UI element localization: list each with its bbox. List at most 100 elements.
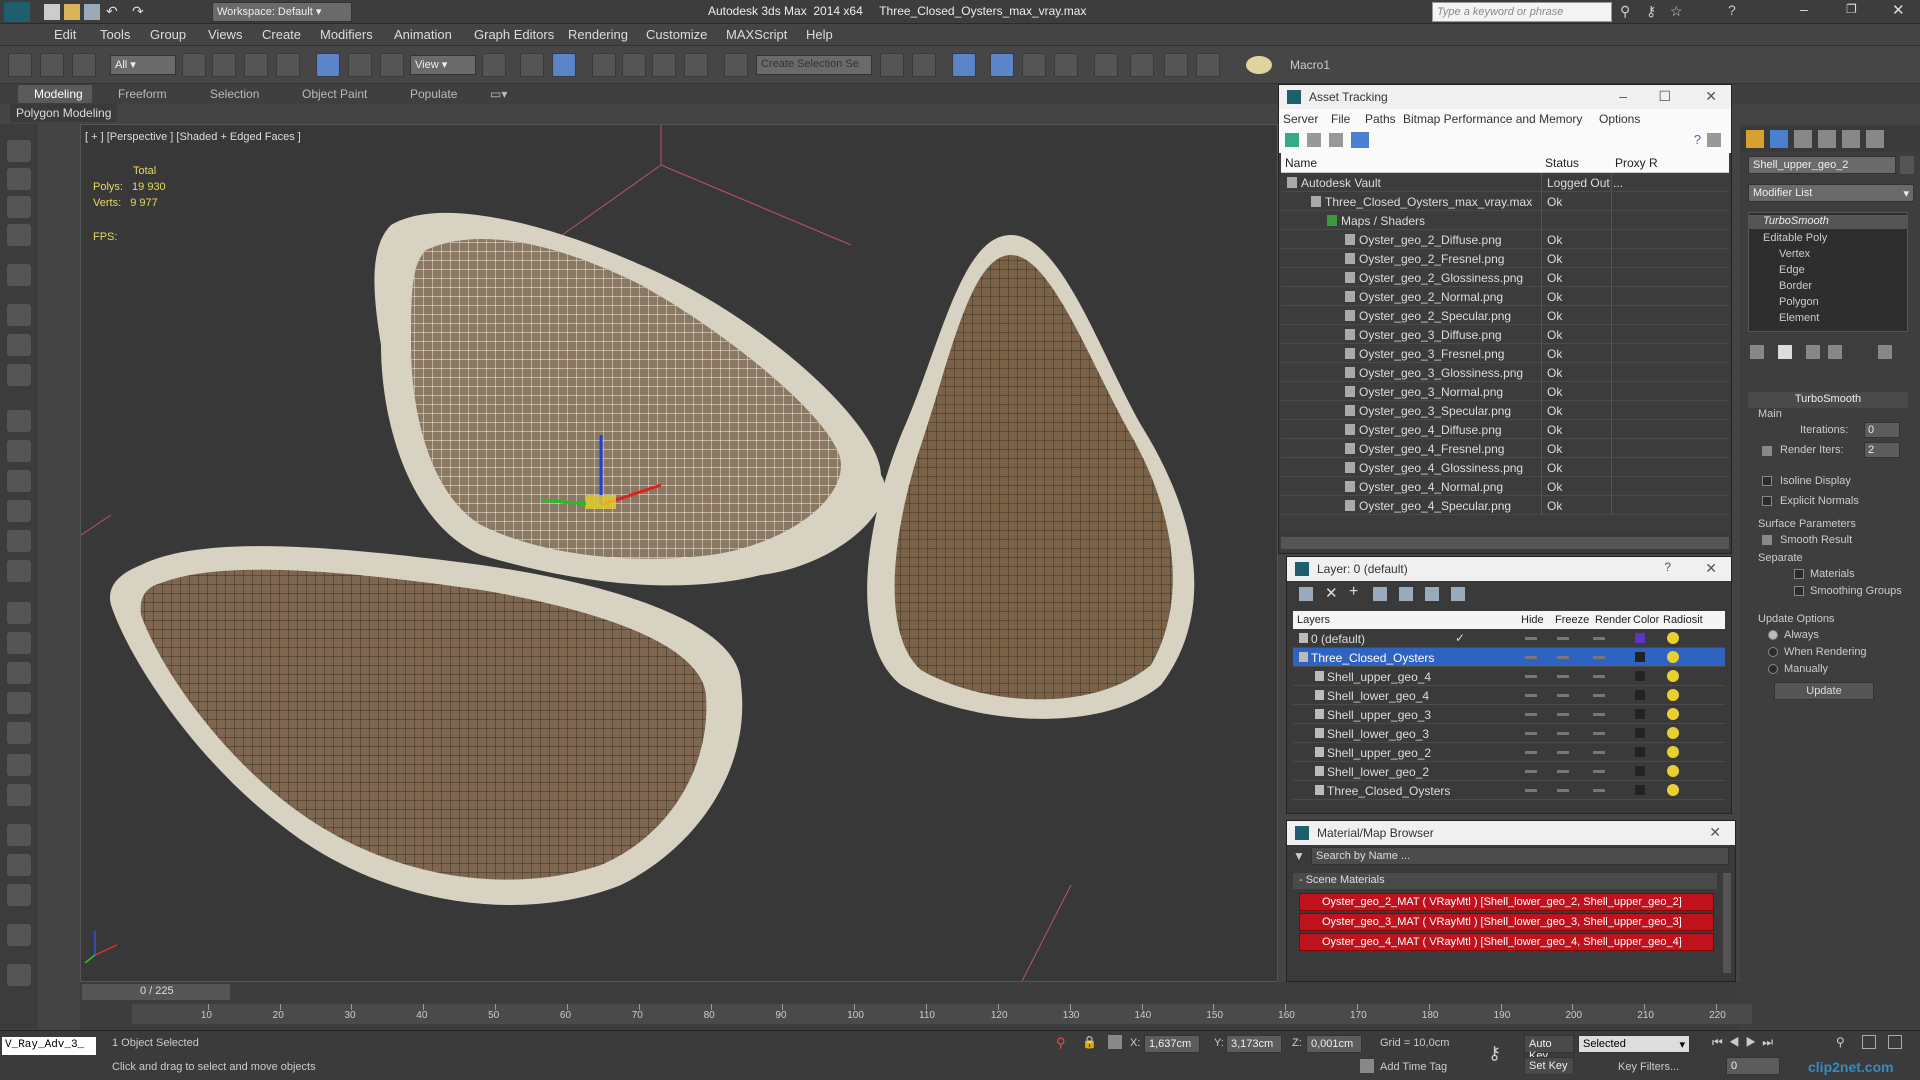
oyster-shell-upper-geo-4[interactable]	[110, 546, 743, 905]
minimize-icon[interactable]: –	[1800, 1, 1808, 17]
tab-selection[interactable]: Selection	[210, 87, 259, 101]
select-by-name-icon[interactable]	[212, 53, 236, 77]
render-toggle-icon[interactable]	[1593, 713, 1605, 716]
particle-icon[interactable]	[7, 602, 31, 624]
manually-radio[interactable]	[1768, 664, 1778, 674]
layer-row[interactable]: Three_Closed_Oysters	[1293, 648, 1725, 667]
freeze-toggle-icon[interactable]	[1557, 732, 1569, 735]
close-icon[interactable]: ✕	[1705, 560, 1717, 577]
tree-view-icon[interactable]	[1329, 133, 1343, 147]
layer-color-swatch[interactable]	[1635, 766, 1645, 776]
menu-options[interactable]: Options	[1599, 112, 1640, 126]
col-color[interactable]: Color	[1633, 614, 1659, 626]
col-proxy[interactable]: Proxy R	[1615, 156, 1658, 170]
stack-item-element[interactable]: Element	[1779, 312, 1819, 324]
asset-tracking-titlebar[interactable]: Asset Tracking – ☐ ✕	[1279, 85, 1731, 109]
add-to-layer-icon[interactable]: +	[1349, 583, 1358, 601]
modifier-list-dropdown[interactable]: Modifier List ▾	[1748, 184, 1914, 202]
material-item[interactable]: Oyster_geo_4_MAT ( VRayMtl ) [Shell_lowe…	[1299, 933, 1714, 951]
system-icon[interactable]	[7, 364, 31, 386]
freeze-toggle-icon[interactable]	[1557, 637, 1569, 640]
layer-row[interactable]: Shell_upper_geo_3	[1293, 705, 1725, 724]
render-toggle-icon[interactable]	[1593, 675, 1605, 678]
maximize-icon[interactable]: ☐	[1658, 88, 1671, 105]
selection-filter-dropdown[interactable]: All ▾	[110, 55, 176, 75]
snaps-toggle-icon[interactable]	[592, 53, 616, 77]
freeze-all-icon[interactable]	[1451, 587, 1465, 601]
asset-row[interactable]: Maps / Shaders	[1281, 211, 1729, 230]
layer-row[interactable]: 0 (default) ✓	[1293, 629, 1725, 648]
menu-bitmap-performance[interactable]: Bitmap Performance and Memory	[1403, 112, 1582, 126]
new-file-icon[interactable]	[44, 4, 60, 20]
menu-animation[interactable]: Animation	[394, 27, 452, 42]
freeze-toggle-icon[interactable]	[1557, 789, 1569, 792]
layer-color-swatch[interactable]	[1635, 633, 1645, 643]
col-radiosity[interactable]: Radiosit	[1663, 614, 1703, 626]
help-icon[interactable]: ?	[1728, 2, 1736, 18]
render-toggle-icon[interactable]	[1593, 732, 1605, 735]
cone-icon[interactable]	[7, 500, 31, 522]
layer-color-swatch[interactable]	[1635, 652, 1645, 662]
utilities-tab-icon[interactable]	[1866, 130, 1884, 148]
browser-options-chevron-icon[interactable]: ▼	[1293, 849, 1305, 863]
object-name-field[interactable]: Shell_upper_geo_2	[1748, 156, 1896, 174]
col-freeze[interactable]: Freeze	[1555, 614, 1589, 626]
ribbon-options-icon[interactable]: ▭▾	[490, 87, 507, 101]
select-and-scale-icon[interactable]	[380, 53, 404, 77]
horizontal-scrollbar[interactable]	[1281, 537, 1729, 549]
layer-color-swatch[interactable]	[1635, 747, 1645, 757]
menu-modifiers[interactable]: Modifiers	[320, 27, 373, 42]
time-tag-icon[interactable]	[1360, 1059, 1374, 1073]
render-icon[interactable]	[7, 560, 31, 582]
turbosmooth-rollout-header[interactable]: TurboSmooth	[1748, 392, 1908, 408]
zoom-icon[interactable]: ⚲	[1836, 1035, 1845, 1049]
iterations-spinner[interactable]: 0	[1864, 422, 1900, 438]
materials-checkbox[interactable]	[1794, 569, 1804, 579]
hair-icon[interactable]	[7, 754, 31, 776]
menu-group[interactable]: Group	[150, 27, 186, 42]
angle-snap-icon[interactable]	[622, 53, 646, 77]
rectangular-region-icon[interactable]	[244, 53, 268, 77]
render-toggle-icon[interactable]	[1593, 656, 1605, 659]
stack-item-polygon[interactable]: Polygon	[1779, 296, 1819, 308]
material-item[interactable]: Oyster_geo_2_MAT ( VRayMtl ) [Shell_lowe…	[1299, 893, 1714, 911]
col-status[interactable]: Status	[1545, 156, 1579, 170]
menu-server[interactable]: Server	[1283, 112, 1318, 126]
asset-row[interactable]: Oyster_geo_3_Diffuse.png Ok	[1281, 325, 1729, 344]
radiosity-toggle-icon[interactable]	[1667, 651, 1679, 663]
asset-row[interactable]: Oyster_geo_3_Specular.png Ok	[1281, 401, 1729, 420]
set-key-mode-icon[interactable]: ⚷	[1488, 1043, 1501, 1064]
layer-color-swatch[interactable]	[1635, 728, 1645, 738]
col-layers[interactable]: Layers	[1297, 614, 1330, 626]
isoline-display-checkbox[interactable]	[1762, 476, 1772, 486]
camera-icon[interactable]	[7, 224, 31, 246]
script-icon[interactable]	[7, 854, 31, 876]
freeze-toggle-icon[interactable]	[1557, 713, 1569, 716]
asset-row[interactable]: Oyster_geo_3_Fresnel.png Ok	[1281, 344, 1729, 363]
help-icon[interactable]: ?	[1694, 132, 1701, 147]
radiosity-toggle-icon[interactable]	[1667, 784, 1679, 796]
highlight-layer-icon[interactable]	[1399, 587, 1413, 601]
redo-icon[interactable]: ↷	[132, 3, 144, 20]
sun-icon[interactable]	[7, 530, 31, 552]
zoom-extents-icon[interactable]	[1862, 1035, 1876, 1049]
playback-controls[interactable]: ⏮◀▶⏭	[1712, 1035, 1812, 1051]
oyster-shell-upper-geo-3[interactable]	[867, 235, 1195, 719]
manipulate-icon[interactable]	[520, 53, 544, 77]
radiosity-toggle-icon[interactable]	[1667, 632, 1679, 644]
motion-tab-icon[interactable]	[1818, 130, 1836, 148]
favorites-star-icon[interactable]: ☆	[1670, 3, 1683, 20]
close-icon[interactable]: ✕	[1709, 824, 1721, 841]
key-selection-set-dropdown[interactable]: Selected ▾	[1578, 1035, 1690, 1053]
asset-row[interactable]: Oyster_geo_4_Specular.png Ok	[1281, 496, 1729, 515]
pivot-center-icon[interactable]	[482, 53, 506, 77]
add-time-tag[interactable]: Add Time Tag	[1380, 1061, 1447, 1073]
tab-freeform[interactable]: Freeform	[118, 87, 167, 101]
lock-selection-icon[interactable]: 🔒	[1082, 1035, 1097, 1049]
layer-color-swatch[interactable]	[1635, 709, 1645, 719]
minimize-icon[interactable]: –	[1619, 88, 1627, 104]
menu-graph-editors[interactable]: Graph Editors	[474, 27, 554, 42]
current-frame-field[interactable]: 0	[1726, 1057, 1780, 1075]
create-tab-icon[interactable]	[1746, 130, 1764, 148]
stack-item-editable-poly[interactable]: Editable Poly	[1763, 232, 1827, 244]
